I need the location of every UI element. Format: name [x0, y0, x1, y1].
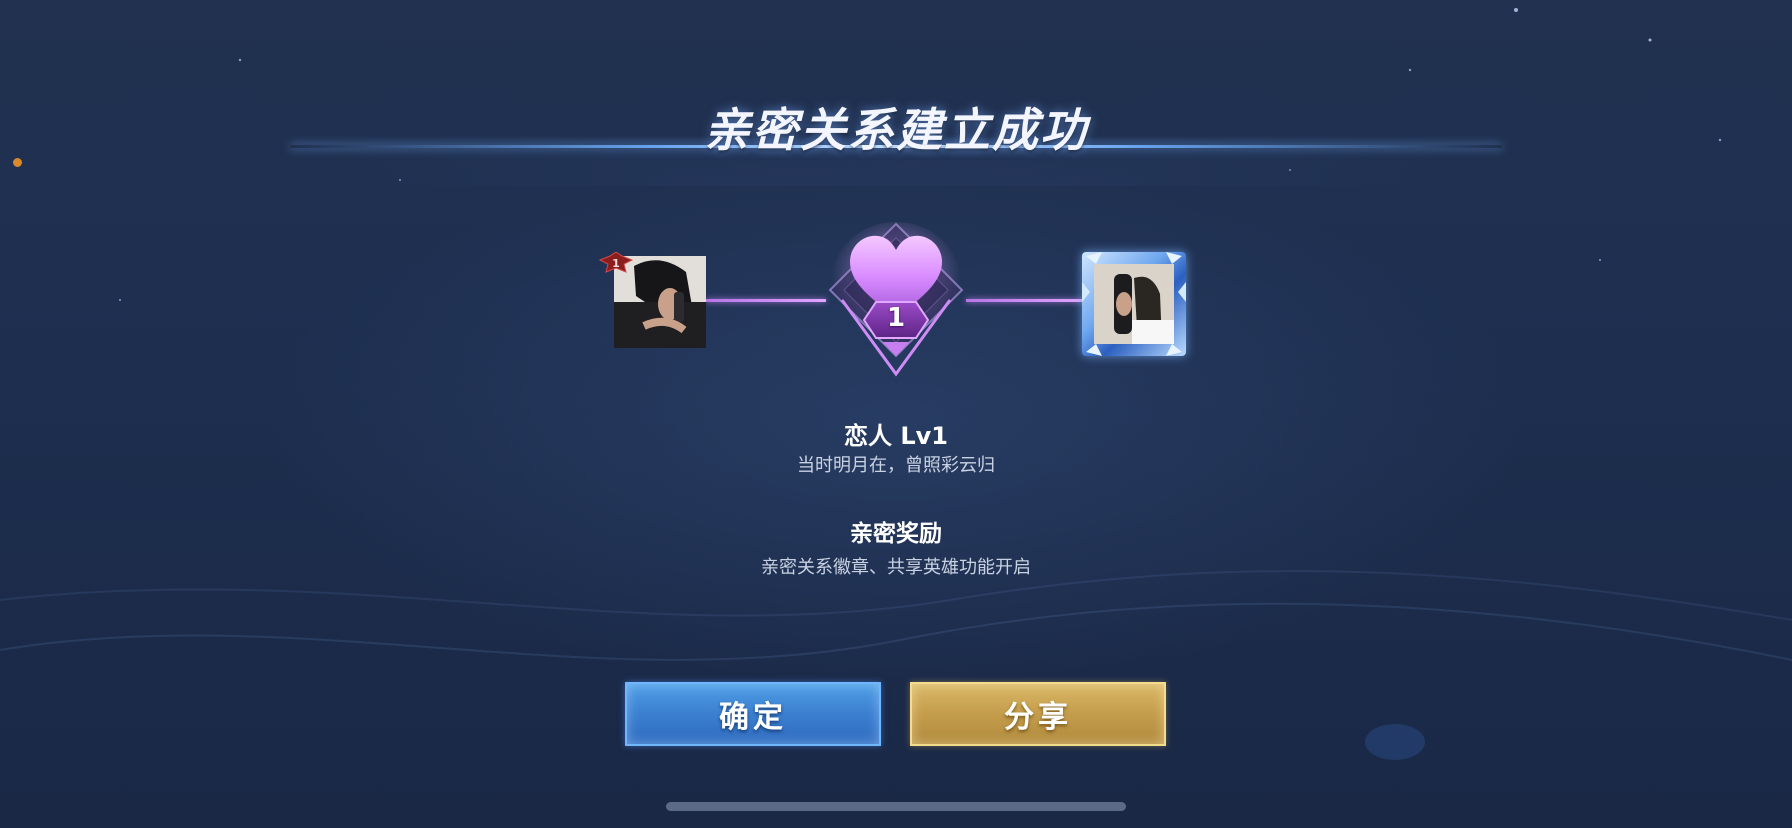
reward-description: 亲密关系徽章、共享英雄功能开启 — [761, 557, 1031, 578]
reward-title: 亲密奖励 — [850, 521, 942, 547]
player-avatar-right[interactable] — [1082, 252, 1186, 356]
share-button-label: 分享 — [1004, 700, 1072, 735]
relationship-quote: 当时明月在，曾照彩云归 — [797, 455, 995, 476]
confirm-button-label: 确定 — [719, 700, 787, 735]
share-button[interactable]: 分享 — [910, 682, 1166, 746]
connector-line-right — [966, 299, 1084, 302]
relationship-title: 恋人 Lv1 — [844, 422, 948, 450]
rank-badge-icon: 1 — [598, 251, 634, 274]
avatar-photo-right — [1094, 264, 1174, 344]
intimacy-success-screen: 亲密关系建立成功 1 1 恋人 Lv1 当时明月在，曾照彩云归 亲密奖励 亲密关… — [0, 0, 1792, 828]
confirm-button[interactable]: 确定 — [625, 682, 881, 746]
home-indicator-bar[interactable] — [666, 802, 1126, 811]
notification-dot — [13, 158, 22, 167]
rank-badge-number: 1 — [612, 257, 620, 270]
intimacy-level-number: 1 — [886, 303, 906, 333]
dialog-title: 亲密关系建立成功 — [704, 103, 1088, 157]
heart-icon — [820, 220, 972, 380]
connector-line-left — [706, 299, 826, 302]
